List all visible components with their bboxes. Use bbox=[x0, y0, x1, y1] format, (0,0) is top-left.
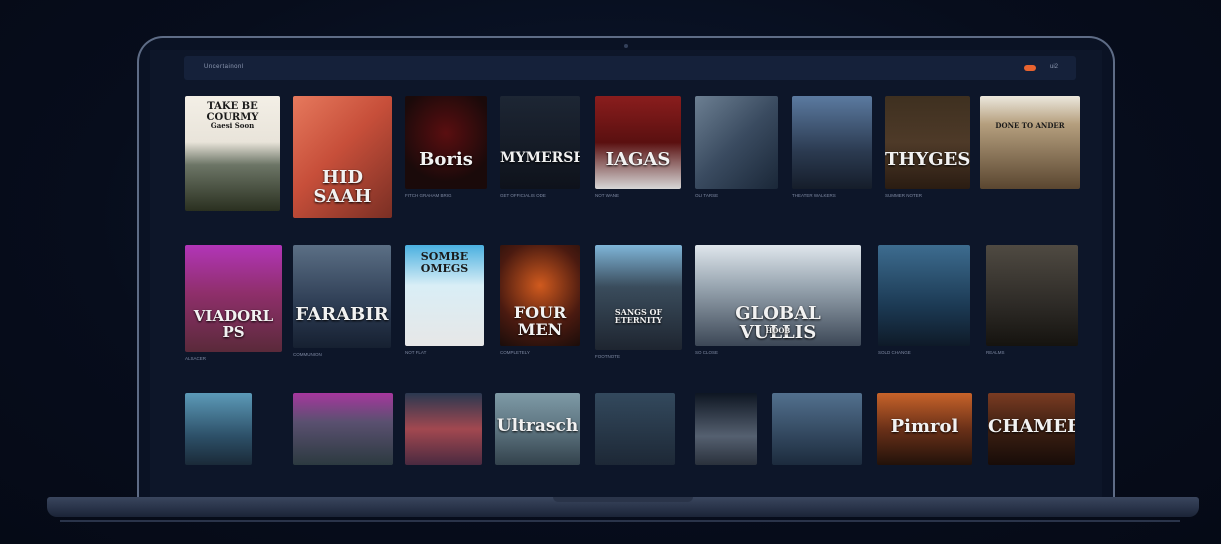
movie-poster[interactable] bbox=[695, 393, 757, 465]
trackpad-notch bbox=[553, 497, 693, 502]
movie-caption: OLI TARSE bbox=[695, 193, 719, 198]
movie-card[interactable] bbox=[185, 393, 252, 481]
movie-card[interactable]: FARABIR COMMUNION bbox=[293, 245, 391, 364]
movie-caption: THEATER WALKERS bbox=[792, 193, 836, 198]
movie-card[interactable]: Pimrol bbox=[877, 393, 972, 481]
movie-poster[interactable]: TAKE BE COURMY Gaesi Soon bbox=[185, 96, 280, 211]
movie-card[interactable] bbox=[405, 393, 482, 481]
movie-card[interactable]: Ultrasch bbox=[495, 393, 580, 481]
movie-poster[interactable] bbox=[986, 245, 1078, 346]
movie-caption: NOT WANE bbox=[595, 193, 620, 198]
movie-caption: SUMMER NOTER bbox=[885, 193, 922, 198]
movie-poster[interactable]: HID SAAH bbox=[293, 96, 392, 218]
movie-caption: SO CLOSE bbox=[695, 350, 719, 355]
movie-poster[interactable]: DONE TO ANDER bbox=[980, 96, 1080, 189]
movie-poster[interactable] bbox=[293, 393, 393, 465]
movie-card[interactable]: SANGS OF ETERNITY FOOTNOTE bbox=[595, 245, 682, 366]
movie-poster[interactable] bbox=[695, 96, 778, 189]
movie-card[interactable]: FOUR MEN COMPLETELY bbox=[500, 245, 580, 362]
movie-caption: COMMUNION bbox=[293, 352, 322, 357]
movie-card[interactable]: HID SAAH bbox=[293, 96, 392, 234]
app-header: Uncertainonl ui2 bbox=[184, 56, 1076, 80]
app-title: Uncertainonl bbox=[204, 64, 244, 70]
poster-title: SOMBE OMEGS bbox=[420, 250, 469, 275]
movie-caption: GET OFFICIALIS ODE bbox=[500, 193, 546, 198]
laptop-base bbox=[47, 497, 1199, 517]
poster-title: THYGESH bbox=[885, 149, 970, 170]
poster-subtitle: DONE TO ANDER bbox=[995, 121, 1065, 130]
movie-poster[interactable]: Boris bbox=[405, 96, 487, 189]
movie-poster[interactable]: Pimrol bbox=[877, 393, 972, 465]
movie-card[interactable] bbox=[772, 393, 862, 481]
movie-card[interactable]: GLOBAL VULLIS HOOB SO CLOSE bbox=[695, 245, 861, 362]
movie-poster[interactable]: THYGESH bbox=[885, 96, 970, 189]
movie-card[interactable]: SOLD CHANGE bbox=[878, 245, 970, 362]
movie-poster[interactable]: CHAMEEN bbox=[988, 393, 1075, 465]
poster-subtitle: Gaesi Soon bbox=[210, 121, 255, 130]
camera-icon bbox=[624, 44, 628, 48]
movie-poster[interactable] bbox=[185, 393, 252, 465]
movie-poster[interactable]: GLOBAL VULLIS HOOB bbox=[695, 245, 861, 346]
movie-card[interactable]: IAGAS NOT WANE bbox=[595, 96, 681, 205]
movie-poster[interactable]: IAGAS bbox=[595, 96, 681, 189]
movie-caption: FOOTNOTE bbox=[595, 354, 620, 359]
movie-card[interactable]: REALMS bbox=[986, 245, 1078, 362]
movie-caption: FITCH GRAHAM BRIG bbox=[405, 193, 452, 198]
movie-card[interactable] bbox=[695, 393, 757, 481]
poster-title: CHAMEEN bbox=[988, 416, 1075, 437]
movie-caption: ALSACER bbox=[185, 356, 207, 361]
movie-card[interactable]: MYMERSHEN GET OFFICIALIS ODE bbox=[500, 96, 580, 205]
poster-title: Pimrol bbox=[890, 416, 959, 437]
movie-poster[interactable]: Ultrasch bbox=[495, 393, 580, 465]
movie-card[interactable]: CHAMEEN bbox=[988, 393, 1075, 481]
movie-card[interactable] bbox=[595, 393, 675, 481]
movie-poster[interactable]: MYMERSHEN bbox=[500, 96, 580, 189]
poster-title: GLOBAL VULLIS bbox=[735, 303, 821, 343]
movie-card[interactable]: SOMBE OMEGS NOT FLAT bbox=[405, 245, 484, 362]
movie-poster[interactable]: SOMBE OMEGS bbox=[405, 245, 484, 346]
movie-caption: SOLD CHANGE bbox=[878, 350, 911, 355]
movie-poster[interactable] bbox=[792, 96, 872, 189]
movie-poster[interactable] bbox=[595, 393, 675, 465]
movie-poster[interactable] bbox=[772, 393, 862, 465]
poster-title: SANGS OF ETERNITY bbox=[614, 307, 663, 326]
poster-title: Boris bbox=[419, 149, 473, 170]
user-menu-label[interactable]: ui2 bbox=[1050, 64, 1058, 70]
movie-card[interactable]: Boris FITCH GRAHAM BRIG bbox=[405, 96, 487, 205]
movie-card[interactable]: DONE TO ANDER bbox=[980, 96, 1080, 205]
movie-poster[interactable]: FOUR MEN bbox=[500, 245, 580, 346]
movie-poster[interactable] bbox=[878, 245, 970, 346]
laptop-base-edge bbox=[60, 520, 1180, 522]
poster-title: IAGAS bbox=[605, 149, 671, 170]
movie-caption: REALMS bbox=[986, 350, 1005, 355]
poster-title: MYMERSHEN bbox=[500, 150, 580, 166]
poster-title: TAKE BE COURMY bbox=[206, 101, 259, 123]
movie-card[interactable]: THEATER WALKERS bbox=[792, 96, 872, 205]
poster-title: FOUR MEN bbox=[513, 303, 567, 339]
movie-caption: NOT FLAT bbox=[405, 350, 427, 355]
movie-caption: COMPLETELY bbox=[500, 350, 530, 355]
movie-poster[interactable]: SANGS OF ETERNITY bbox=[595, 245, 682, 350]
movie-poster[interactable]: FARABIR bbox=[293, 245, 391, 348]
movie-poster[interactable] bbox=[405, 393, 482, 465]
poster-title: HID SAAH bbox=[313, 167, 372, 207]
movie-card[interactable] bbox=[293, 393, 393, 481]
poster-title: Ultrasch bbox=[496, 416, 579, 436]
poster-title: FARABIR bbox=[295, 304, 389, 325]
notification-badge[interactable] bbox=[1024, 65, 1036, 71]
movie-poster[interactable]: VIADORL PS bbox=[185, 245, 282, 352]
laptop-screen: Uncertainonl ui2 TAKE BE COURMY Gaesi Soo… bbox=[150, 50, 1102, 498]
movie-card[interactable]: TAKE BE COURMY Gaesi Soon bbox=[185, 96, 280, 227]
movie-card[interactable]: VIADORL PS ALSACER bbox=[185, 245, 282, 368]
movie-card[interactable]: OLI TARSE bbox=[695, 96, 778, 205]
poster-title: VIADORL PS bbox=[193, 307, 274, 341]
poster-subtitle: HOOB bbox=[765, 326, 791, 335]
movie-card[interactable]: THYGESH SUMMER NOTER bbox=[885, 96, 970, 205]
